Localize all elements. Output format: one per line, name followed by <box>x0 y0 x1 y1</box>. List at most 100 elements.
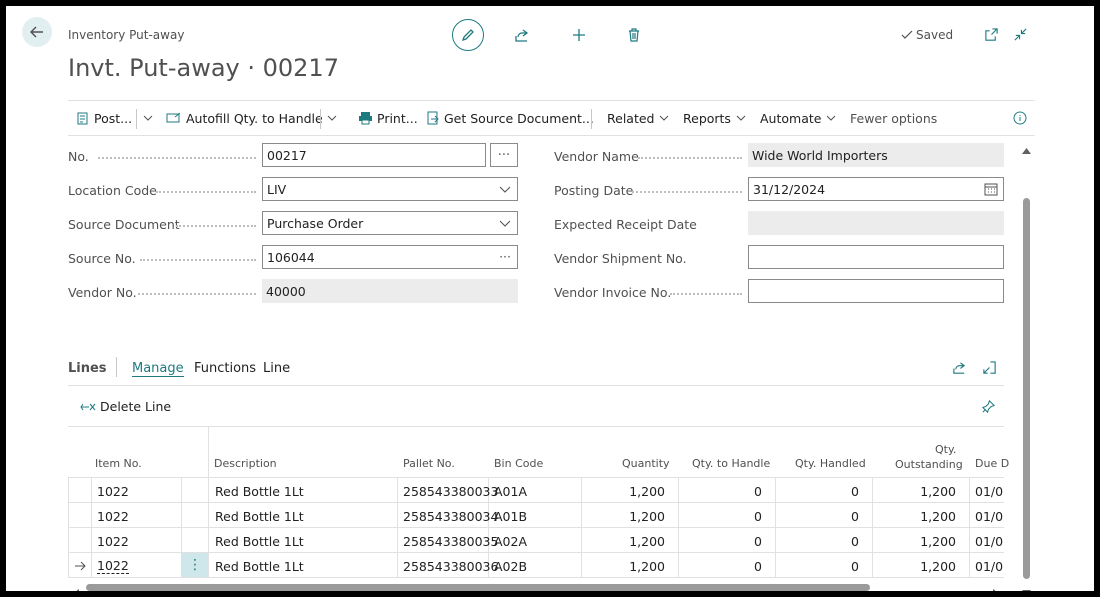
cell-qty-to-handle[interactable]: 0 <box>754 509 762 524</box>
back-button[interactable] <box>22 17 52 47</box>
related-menu[interactable]: Related <box>607 101 670 135</box>
cell-pallet-no[interactable]: 258543380034 <box>403 509 498 524</box>
delete-line-button[interactable]: Delete Line <box>80 399 171 414</box>
no-assist-button[interactable]: ··· <box>490 143 518 167</box>
cell-quantity[interactable]: 1,200 <box>629 484 665 499</box>
cell-item-no[interactable]: 1022 <box>97 509 129 524</box>
autofill-dropdown[interactable] <box>326 101 338 135</box>
post-icon <box>77 112 88 125</box>
automate-menu[interactable]: Automate <box>760 101 837 135</box>
edit-button[interactable] <box>452 19 484 51</box>
cell-description[interactable]: Red Bottle 1Lt <box>215 484 304 499</box>
scroll-left-button[interactable] <box>72 583 81 591</box>
info-button[interactable] <box>1013 101 1027 135</box>
scroll-right-button[interactable] <box>992 583 1001 591</box>
column-header-qty-outstanding-line2[interactable]: Outstanding <box>895 458 963 471</box>
pin-icon <box>981 399 996 414</box>
source-no-field[interactable]: 106044 ··· <box>262 245 518 269</box>
cell-bin-code[interactable]: A01A <box>494 484 527 499</box>
vendor-invoice-no-field[interactable] <box>748 279 1004 303</box>
row-actions-button[interactable]: ⋮ <box>182 553 208 577</box>
cell-quantity[interactable]: 1,200 <box>629 509 665 524</box>
ellipsis-icon: ··· <box>497 147 511 163</box>
no-field[interactable]: 00217 <box>262 143 486 167</box>
source-no-value: 106044 <box>267 249 315 265</box>
cell-due-date[interactable]: 01/0 <box>975 559 1004 574</box>
lines-expand-button[interactable] <box>982 360 997 379</box>
collapse-button[interactable] <box>1010 24 1030 44</box>
automate-label: Automate <box>760 110 822 126</box>
column-header-bin-code[interactable]: Bin Code <box>494 457 543 470</box>
autofill-label: Autofill Qty. to Handle <box>186 110 323 126</box>
tab-manage[interactable]: Manage <box>132 361 184 377</box>
cell-due-date[interactable]: 01/0 <box>975 484 1004 499</box>
column-header-quantity[interactable]: Quantity <box>622 457 670 470</box>
lines-share-button[interactable] <box>952 360 967 379</box>
cell-bin-code[interactable]: A02A <box>494 534 527 549</box>
cell-qty-to-handle[interactable]: 0 <box>754 484 762 499</box>
tab-functions[interactable]: Functions <box>194 361 256 376</box>
post-label: Post... <box>94 110 133 126</box>
autofill-button[interactable]: Autofill Qty. to Handle <box>166 101 323 135</box>
get-source-document-button[interactable]: Get Source Document... <box>426 101 594 135</box>
fewer-options-button[interactable]: Fewer options <box>850 101 937 135</box>
no-label: No. <box>68 149 89 164</box>
calendar-icon[interactable] <box>984 182 998 196</box>
column-header-due-date[interactable]: Due D <box>975 457 1009 470</box>
cell-item-no[interactable]: 1022 <box>97 559 129 574</box>
autofill-icon <box>166 112 181 123</box>
cell-qty-handled: 0 <box>851 484 859 499</box>
cell-item-no[interactable]: 1022 <box>97 484 129 499</box>
cell-due-date[interactable]: 01/0 <box>975 509 1004 524</box>
cell-description[interactable]: Red Bottle 1Lt <box>215 559 304 574</box>
column-header-qty-outstanding-line1[interactable]: Qty. <box>935 443 956 456</box>
collapse-icon <box>1013 27 1027 41</box>
open-new-window-button[interactable] <box>981 24 1001 44</box>
posting-date-value: 31/12/2024 <box>753 181 826 197</box>
triangle-left-icon <box>76 589 79 591</box>
post-dropdown[interactable] <box>142 101 154 135</box>
arrow-right-icon <box>75 561 86 571</box>
vendor-shipment-no-field[interactable] <box>748 245 1004 269</box>
cell-due-date[interactable]: 01/0 <box>975 534 1004 549</box>
tab-line[interactable]: Line <box>263 361 290 376</box>
cell-pallet-no[interactable]: 258543380035 <box>403 534 498 549</box>
cell-description[interactable]: Red Bottle 1Lt <box>215 534 304 549</box>
scroll-up-button[interactable] <box>1022 140 1031 154</box>
cell-bin-code[interactable]: A02B <box>494 559 527 574</box>
delete-button[interactable] <box>624 25 644 45</box>
pin-button[interactable] <box>981 399 996 418</box>
ellipsis-icon[interactable]: ··· <box>499 249 511 264</box>
breadcrumb[interactable]: Inventory Put-away <box>68 28 184 42</box>
chevron-down-icon <box>327 115 337 121</box>
vertical-scrollbar[interactable] <box>1023 198 1030 579</box>
cell-description[interactable]: Red Bottle 1Lt <box>215 509 304 524</box>
location-code-field[interactable]: LIV <box>262 177 518 201</box>
cell-pallet-no[interactable]: 258543380036 <box>403 559 498 574</box>
cell-qty-to-handle[interactable]: 0 <box>754 559 762 574</box>
cell-qty-to-handle[interactable]: 0 <box>754 534 762 549</box>
scroll-down-button[interactable] <box>1022 582 1031 591</box>
print-button[interactable]: Print... <box>358 101 418 135</box>
column-header-qty-to-handle[interactable]: Qty. to Handle <box>692 457 770 470</box>
cell-bin-code[interactable]: A01B <box>494 509 527 524</box>
cell-quantity[interactable]: 1,200 <box>629 559 665 574</box>
column-header-pallet-no[interactable]: Pallet No. <box>403 457 455 470</box>
horizontal-scrollbar[interactable] <box>86 584 870 591</box>
saved-label: Saved <box>916 28 954 42</box>
column-header-description[interactable]: Description <box>214 457 277 470</box>
arrow-left-icon <box>30 26 43 38</box>
posting-date-field[interactable]: 31/12/2024 <box>748 177 1004 201</box>
share-button[interactable] <box>512 25 532 45</box>
reports-menu[interactable]: Reports <box>683 101 747 135</box>
lines-title: Lines <box>68 361 107 376</box>
cell-item-no[interactable]: 1022 <box>97 534 129 549</box>
expand-icon <box>983 361 996 374</box>
cell-quantity[interactable]: 1,200 <box>629 534 665 549</box>
source-document-field[interactable]: Purchase Order <box>262 211 518 235</box>
column-header-item-no[interactable]: Item No. <box>95 457 142 470</box>
new-button[interactable] <box>569 25 589 45</box>
post-button[interactable]: Post... <box>76 101 132 135</box>
column-header-qty-handled[interactable]: Qty. Handled <box>795 457 866 470</box>
cell-pallet-no[interactable]: 258543380033 <box>403 484 498 499</box>
